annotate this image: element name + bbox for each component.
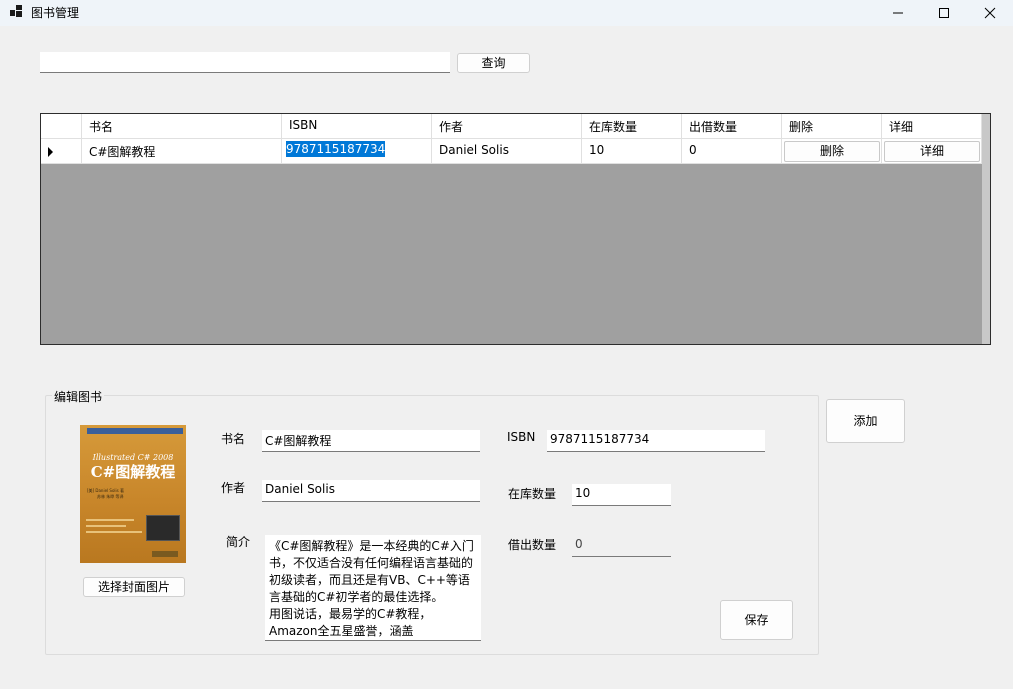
- save-button[interactable]: 保存: [720, 600, 793, 640]
- cover-title: C#图解教程: [90, 463, 176, 481]
- choose-cover-button[interactable]: 选择封面图片: [83, 577, 185, 597]
- app-icon: [10, 5, 24, 19]
- column-header-isbn[interactable]: ISBN: [282, 114, 432, 139]
- search-input[interactable]: [40, 52, 450, 73]
- column-header-in-stock[interactable]: 在库数量: [582, 114, 682, 139]
- stock-field[interactable]: 10: [572, 484, 671, 506]
- cover-inset-book-image: [146, 515, 180, 541]
- grid-scrollbar[interactable]: [982, 114, 990, 344]
- isbn-label: ISBN: [507, 430, 536, 444]
- minimize-button[interactable]: [875, 0, 921, 26]
- row-delete-button[interactable]: 删除: [784, 141, 880, 162]
- column-header-detail[interactable]: 详细: [882, 114, 982, 139]
- row-header[interactable]: [41, 139, 82, 164]
- author-label: 作者: [221, 481, 246, 495]
- edit-book-group-title: 编辑图书: [52, 388, 105, 405]
- isbn-field[interactable]: 9787115187734: [547, 430, 765, 452]
- author-field[interactable]: Daniel Solis: [262, 480, 480, 502]
- intro-label: 简介: [226, 535, 251, 549]
- cell-title[interactable]: C#图解教程: [82, 139, 282, 164]
- book-cover-image: Illustrated C# 2008 C#图解教程 [美] Daniel So…: [80, 425, 186, 563]
- cell-author[interactable]: Daniel Solis: [432, 139, 582, 164]
- cell-isbn[interactable]: 9787115187734: [282, 139, 432, 164]
- maximize-icon: [939, 8, 949, 18]
- close-button[interactable]: [967, 0, 1013, 26]
- window-title: 图书管理: [31, 6, 80, 20]
- cover-series-band: [87, 428, 183, 434]
- cover-publisher-logo: [152, 551, 178, 557]
- column-header-delete[interactable]: 删除: [782, 114, 882, 139]
- cell-in-stock[interactable]: 10: [582, 139, 682, 164]
- close-icon: [984, 7, 996, 19]
- stock-label: 在库数量: [508, 487, 557, 501]
- column-header-lent[interactable]: 出借数量: [682, 114, 782, 139]
- intro-text: 《C#图解教程》是一本经典的C#入门书，不仅适合没有任何编程语言基础的初级读者，…: [269, 539, 474, 638]
- column-header-author[interactable]: 作者: [432, 114, 582, 139]
- minimize-icon: [893, 12, 903, 14]
- row-header-corner: [41, 114, 82, 139]
- cover-translator-line: 苏林 朱晔 等译: [97, 494, 124, 499]
- lent-label: 借出数量: [508, 538, 557, 552]
- book-grid[interactable]: 书名 ISBN 作者 在库数量 出借数量 删除 详细 C#图解教程 978711…: [40, 113, 991, 345]
- title-bar: 图书管理: [0, 0, 1013, 26]
- add-button[interactable]: 添加: [826, 399, 905, 443]
- cell-isbn-selected-text: 9787115187734: [286, 141, 386, 157]
- maximize-button[interactable]: [921, 0, 967, 26]
- cell-lent[interactable]: 0: [682, 139, 782, 164]
- title-field[interactable]: C#图解教程: [262, 430, 480, 452]
- current-row-arrow-icon: [48, 147, 53, 157]
- lent-field: 0: [572, 535, 671, 557]
- column-header-title[interactable]: 书名: [82, 114, 282, 139]
- intro-textarea[interactable]: 《C#图解教程》是一本经典的C#入门书，不仅适合没有任何编程语言基础的初级读者，…: [265, 535, 481, 641]
- title-label: 书名: [221, 432, 246, 446]
- row-detail-button[interactable]: 详细: [884, 141, 980, 162]
- search-button[interactable]: 查询: [457, 53, 530, 73]
